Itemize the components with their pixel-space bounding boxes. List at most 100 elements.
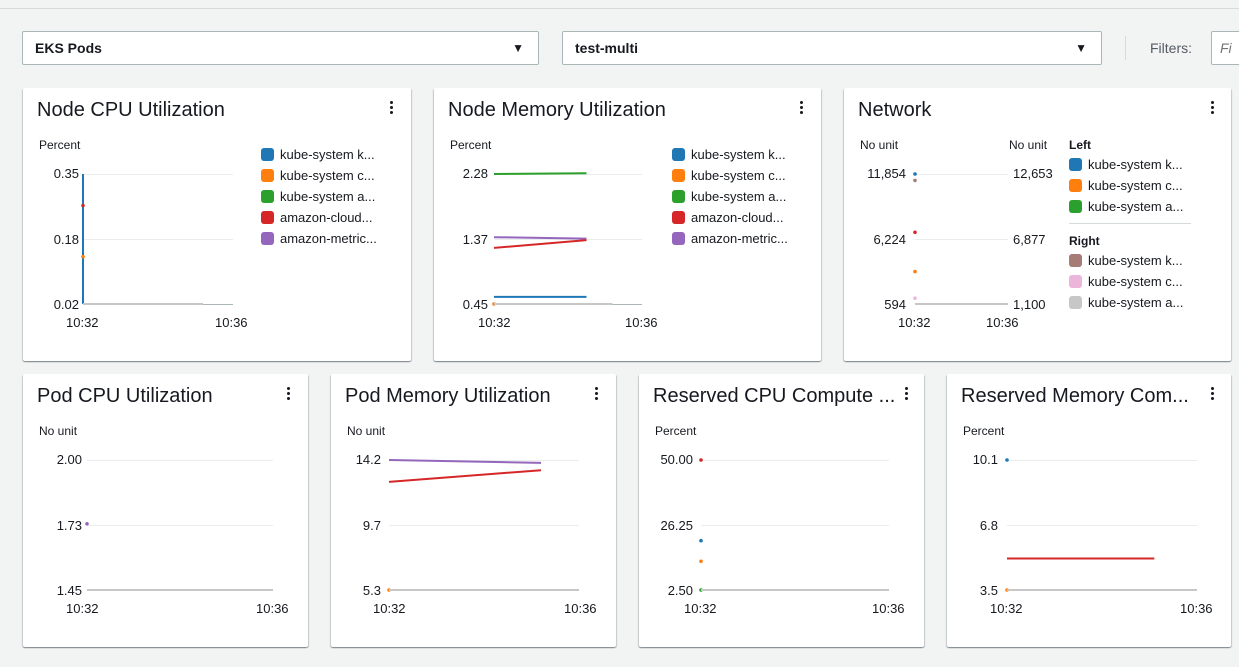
legend-label: kube-system k... bbox=[280, 147, 375, 162]
y-tick: 50.00 bbox=[660, 452, 693, 467]
series-line bbox=[388, 459, 542, 464]
legend-swatch bbox=[672, 211, 685, 224]
y-tick: 2.00 bbox=[56, 452, 82, 467]
y-tick: 26.25 bbox=[660, 518, 693, 533]
x-tick: 10:32 bbox=[66, 601, 99, 616]
legend-item[interactable]: amazon-cloud... bbox=[261, 207, 377, 228]
x-tick: 10:32 bbox=[478, 315, 511, 330]
chart-plot bbox=[492, 172, 613, 306]
legend-label: kube-system c... bbox=[691, 168, 786, 183]
y-tick: 5.3 bbox=[362, 583, 381, 598]
y-tick: 0.18 bbox=[53, 232, 79, 247]
legend-item[interactable]: kube-system c... bbox=[672, 165, 788, 186]
widget-title: Network bbox=[858, 99, 932, 121]
y-tick: 1.73 bbox=[56, 518, 82, 533]
toolbar-divider bbox=[1125, 36, 1126, 60]
legend-swatch bbox=[672, 169, 685, 182]
legend-heading-right: Right bbox=[1069, 234, 1100, 248]
widget-network: Network No unit No unit 11,854 6,224 594… bbox=[844, 88, 1231, 361]
legend-swatch bbox=[261, 148, 274, 161]
y-tick-right: 6,877 bbox=[1013, 232, 1046, 247]
widget-node-cpu: Node CPU Utilization Percent 0.35 0.18 0… bbox=[23, 88, 411, 361]
y-axis-unit: Percent bbox=[450, 138, 492, 152]
legend-label: kube-system a... bbox=[691, 189, 787, 204]
widget-menu-icon[interactable] bbox=[590, 384, 602, 402]
y-tick: 0.02 bbox=[53, 297, 79, 312]
widget-pod-cpu: Pod CPU Utilization No unit 2.00 1.73 1.… bbox=[23, 374, 308, 647]
data-point bbox=[913, 172, 917, 176]
widget-menu-icon[interactable] bbox=[282, 384, 294, 402]
x-tick: 10:32 bbox=[898, 315, 931, 330]
legend-item[interactable]: kube-system k... bbox=[672, 144, 788, 165]
legend-item[interactable]: amazon-metric... bbox=[261, 228, 377, 249]
legend-item[interactable]: kube-system a... bbox=[1069, 292, 1191, 313]
legend-item[interactable]: kube-system a... bbox=[672, 186, 788, 207]
x-tick: 10:32 bbox=[684, 601, 717, 616]
legend-item[interactable]: amazon-cloud... bbox=[672, 207, 788, 228]
data-point bbox=[913, 269, 917, 274]
x-tick: 10:32 bbox=[66, 315, 99, 330]
widget-menu-icon[interactable] bbox=[385, 98, 397, 116]
legend-item[interactable]: kube-system k... bbox=[1069, 250, 1191, 271]
y-axis-unit-left: No unit bbox=[860, 138, 899, 152]
legend-item[interactable]: kube-system a... bbox=[261, 186, 377, 207]
legend-item[interactable]: kube-system c... bbox=[261, 165, 377, 186]
y-axis-unit: Percent bbox=[963, 424, 1005, 438]
data-point bbox=[913, 296, 917, 300]
x-tick: 10:32 bbox=[990, 601, 1023, 616]
series-line bbox=[388, 469, 542, 483]
legend-swatch bbox=[672, 232, 685, 245]
filters-input[interactable] bbox=[1211, 31, 1239, 65]
x-tick: 10:32 bbox=[373, 601, 406, 616]
y-tick: 14.2 bbox=[355, 452, 381, 467]
data-point bbox=[81, 254, 85, 259]
y-axis-unit: Percent bbox=[655, 424, 697, 438]
legend-swatch bbox=[261, 211, 274, 224]
y-tick: 1.45 bbox=[56, 583, 82, 598]
legend-label: amazon-cloud... bbox=[691, 210, 784, 225]
chart-plot bbox=[913, 172, 1008, 305]
legend-item[interactable]: kube-system k... bbox=[261, 144, 377, 165]
legend-swatch bbox=[1069, 254, 1082, 267]
legend-item[interactable]: amazon-metric... bbox=[672, 228, 788, 249]
legend-item[interactable]: kube-system a... bbox=[1069, 196, 1191, 217]
y-tick: 6.8 bbox=[979, 518, 998, 533]
legend-item[interactable]: kube-system c... bbox=[1069, 175, 1191, 196]
legend-swatch bbox=[1069, 158, 1082, 171]
legend-label: kube-system k... bbox=[1088, 253, 1183, 268]
cluster-select[interactable]: test-multi ▼ bbox=[562, 31, 1102, 65]
legend-label: kube-system a... bbox=[280, 189, 376, 204]
series-line bbox=[493, 236, 587, 240]
legend-swatch bbox=[261, 190, 274, 203]
y-tick-right: 12,653 bbox=[1013, 166, 1053, 181]
chart-plot bbox=[699, 458, 889, 592]
data-point bbox=[699, 538, 703, 543]
widget-menu-icon[interactable] bbox=[900, 384, 912, 402]
widget-menu-icon[interactable] bbox=[795, 98, 807, 116]
caret-down-icon: ▼ bbox=[512, 41, 524, 55]
widget-title: Reserved Memory Com... bbox=[961, 385, 1189, 407]
y-tick-left: 11,854 bbox=[867, 166, 906, 181]
y-tick-left: 6,224 bbox=[873, 232, 906, 247]
chart-plot bbox=[81, 174, 203, 305]
data-point bbox=[699, 559, 703, 564]
y-tick: 1.37 bbox=[462, 232, 488, 247]
legend-item[interactable]: kube-system c... bbox=[1069, 271, 1191, 292]
y-tick: 9.7 bbox=[362, 518, 381, 533]
chart-plot bbox=[85, 522, 273, 591]
legend-item[interactable]: kube-system k... bbox=[1069, 154, 1191, 175]
widget-menu-icon[interactable] bbox=[1206, 98, 1218, 116]
y-tick-right: 1,100 bbox=[1013, 297, 1046, 312]
dashboard-select[interactable]: EKS Pods ▼ bbox=[22, 31, 539, 65]
legend-swatch bbox=[261, 232, 274, 245]
y-tick: 2.50 bbox=[667, 583, 693, 598]
x-tick: 10:36 bbox=[215, 315, 248, 330]
y-tick: 3.5 bbox=[979, 583, 998, 598]
legend-swatch bbox=[1069, 179, 1082, 192]
widget-menu-icon[interactable] bbox=[1206, 384, 1218, 402]
data-point bbox=[1005, 458, 1009, 462]
legend-swatch bbox=[1069, 296, 1082, 309]
data-point bbox=[699, 458, 703, 462]
legend-divider bbox=[1069, 223, 1191, 224]
widget-title: Node CPU Utilization bbox=[37, 99, 225, 121]
